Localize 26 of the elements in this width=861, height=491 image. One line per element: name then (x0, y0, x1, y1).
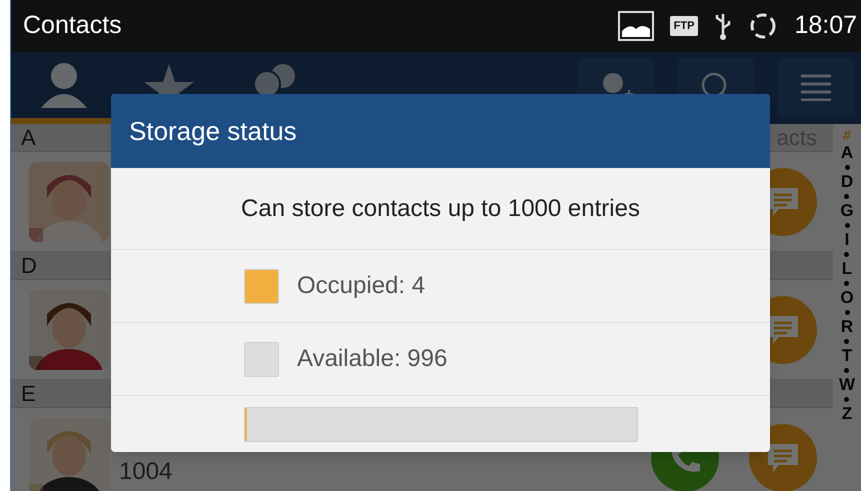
legend-label: Available: 996 (297, 344, 448, 374)
index-letter[interactable]: G (840, 202, 854, 220)
ftp-badge: FTP (670, 16, 698, 36)
index-letter[interactable]: L (842, 260, 852, 278)
picture-icon (618, 11, 654, 41)
dialog-message: Can store contacts up to 1000 entries (241, 194, 640, 224)
menu-button[interactable] (777, 58, 855, 116)
app-title: Contacts (23, 10, 123, 42)
index-letter[interactable]: W (838, 376, 856, 394)
index-letter[interactable]: Z (842, 405, 852, 423)
legend-label: Occupied: 4 (297, 271, 426, 301)
index-letter[interactable]: A (840, 144, 854, 162)
section-letter: D (21, 252, 37, 280)
menu-icon (799, 73, 833, 101)
usb-icon (714, 12, 732, 40)
contact-number: 1004 (119, 459, 174, 485)
index-letter[interactable]: T (842, 347, 852, 365)
clock: 18:07 (794, 10, 857, 42)
section-letter: E (21, 380, 36, 408)
index-letter[interactable]: O (840, 289, 854, 307)
dialog-title: Storage status (129, 114, 297, 148)
index-letter[interactable]: I (844, 231, 850, 249)
sync-icon (748, 11, 778, 41)
section-letter: A (21, 124, 36, 152)
index-letter[interactable]: D (840, 173, 854, 191)
index-letter[interactable]: R (840, 318, 854, 336)
